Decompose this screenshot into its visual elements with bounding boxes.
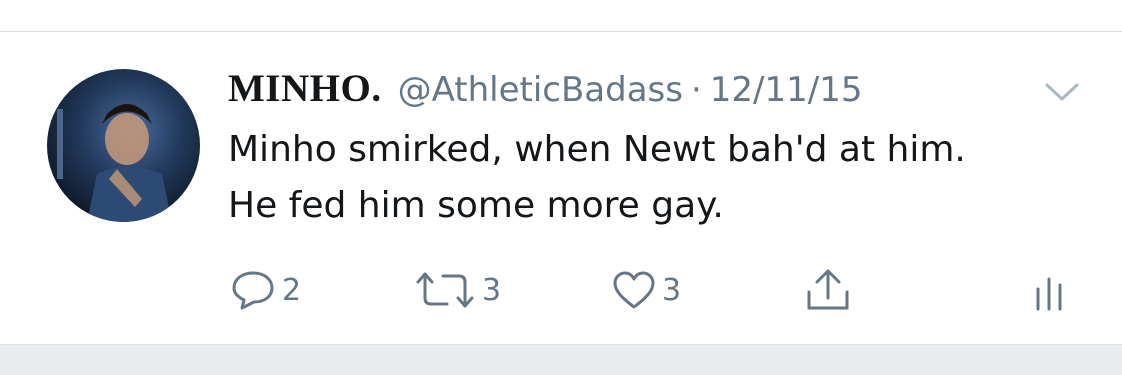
reply-button[interactable]: 2 [230,270,301,310]
avatar[interactable] [47,69,200,222]
chevron-down-icon[interactable] [1044,80,1080,104]
retweet-button[interactable]: 3 [414,270,501,310]
user-handle[interactable]: @AthleticBadass [398,70,683,110]
retweet-count: 3 [482,272,502,308]
top-divider [0,31,1122,32]
tweet-date[interactable]: 12/11/15 [710,70,863,110]
like-button[interactable]: 3 [612,270,681,310]
heart-icon [612,270,656,310]
share-button[interactable] [804,268,852,312]
retweet-icon [414,270,476,310]
like-count: 3 [662,272,682,308]
tweet-text: Minho smirked, when Newt bah'd at him. H… [228,122,1098,234]
bottom-separator [0,344,1122,375]
display-name[interactable]: MINHO. [228,66,382,111]
tweet-text-line: Minho smirked, when Newt bah'd at him. [228,129,966,170]
analytics-icon [1030,269,1070,311]
analytics-button[interactable] [1030,269,1070,311]
tweet-text-line: He fed him some more gay. [228,185,724,226]
tweet-header: MINHO. @AthleticBadass · 12/11/15 [228,66,862,110]
reply-count: 2 [282,272,302,308]
reply-icon [230,269,276,311]
avatar-photo [57,104,172,222]
share-icon [804,268,852,312]
separator-dot: · [690,70,702,110]
